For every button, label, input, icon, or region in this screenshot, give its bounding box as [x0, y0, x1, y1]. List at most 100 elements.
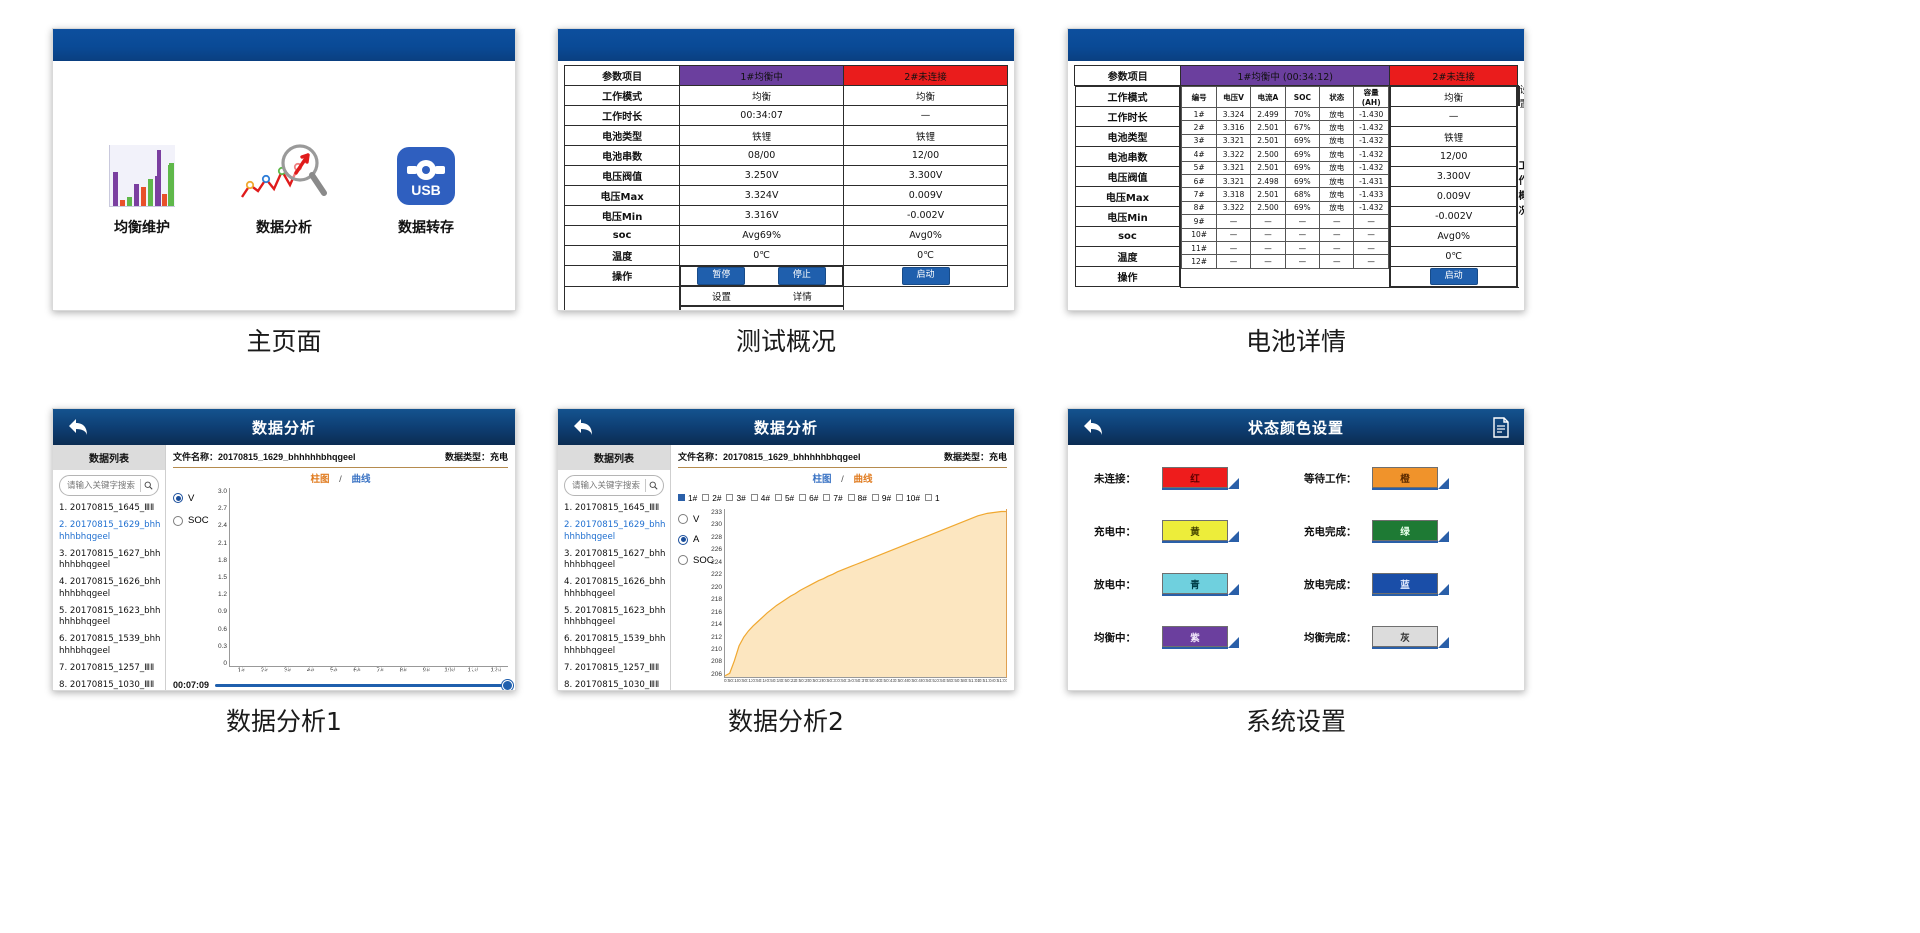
analysis2-search[interactable]	[564, 475, 664, 496]
radio-soc[interactable]: SOC	[173, 515, 209, 526]
search-icon[interactable]	[144, 480, 153, 491]
analysis1-timeline[interactable]: 00:07:09	[173, 678, 513, 690]
analysis1-file-list[interactable]: 1. 20170815_1645_ⅢⅡ 2. 20170815_1629_bhh …	[53, 501, 165, 690]
color-swatch[interactable]: 绿	[1372, 520, 1438, 541]
checkbox-box[interactable]	[726, 494, 734, 501]
color-swatch[interactable]: 蓝	[1372, 573, 1438, 594]
color-swatch[interactable]: 紫	[1162, 626, 1228, 647]
back-icon[interactable]	[1082, 417, 1104, 437]
checkbox-6#[interactable]: 6#	[799, 493, 818, 503]
list-item[interactable]: 5. 20170815_1623_bhh hhhbhqgeel	[59, 606, 161, 629]
back-icon[interactable]	[67, 417, 89, 437]
link-详情[interactable]: 详情	[793, 289, 812, 303]
checkbox-box[interactable]	[799, 494, 807, 501]
color-picker[interactable]: 黄	[1162, 520, 1239, 543]
button-暂停[interactable]: 暂停	[697, 267, 746, 285]
checkbox-box[interactable]	[924, 494, 932, 501]
dropdown-corner-icon[interactable]	[1438, 584, 1449, 595]
link-详情[interactable]: 详情	[793, 309, 812, 310]
list-item[interactable]: 7. 20170815_1257_ⅢⅡ	[564, 663, 666, 675]
color-picker[interactable]: 橙	[1372, 467, 1449, 490]
checkbox-box[interactable]	[847, 494, 855, 501]
document-icon[interactable]	[1492, 417, 1510, 438]
tab-bar-chart[interactable]: 柱图	[813, 474, 832, 485]
list-item[interactable]: 2. 20170815_1629_bhh hhhbhqgeel	[564, 520, 666, 543]
list-item[interactable]: 6. 20170815_1539_bhh hhhbhqgeel	[59, 634, 161, 657]
color-swatch[interactable]: 灰	[1372, 626, 1438, 647]
analysis2-file-list[interactable]: 1. 20170815_1645_ⅢⅡ 2. 20170815_1629_bhh …	[558, 501, 670, 690]
checkbox-box[interactable]	[678, 494, 685, 501]
color-picker[interactable]: 青	[1162, 573, 1239, 596]
color-swatch[interactable]: 青	[1162, 573, 1228, 594]
dropdown-corner-icon[interactable]	[1438, 531, 1449, 542]
list-item[interactable]: 5. 20170815_1623_bhh hhhbhqgeel	[564, 606, 666, 629]
dropdown-corner-icon[interactable]	[1438, 478, 1449, 489]
checkbox-box[interactable]	[871, 494, 879, 501]
usb-icon-svg: USB	[397, 146, 455, 205]
checkbox-box[interactable]	[823, 494, 831, 501]
list-item[interactable]: 3. 20170815_1627_bhh hhhbhqgeel	[59, 549, 161, 572]
list-item[interactable]: 3. 20170815_1627_bhh hhhbhqgeel	[564, 549, 666, 572]
checkbox-8#[interactable]: 8#	[847, 493, 867, 503]
color-picker[interactable]: 紫	[1162, 626, 1239, 649]
settings-label: 等待工作：	[1304, 473, 1357, 485]
search-input[interactable]	[570, 479, 643, 492]
dropdown-corner-icon[interactable]	[1228, 531, 1239, 542]
list-item[interactable]: 1. 20170815_1645_ⅢⅡ	[564, 503, 666, 515]
tab-line-chart[interactable]: 曲线	[351, 474, 370, 485]
cell-checkbox-row[interactable]: 1# 2# 3# 4# 5# 6# 7# 8# 9# 10# 1	[678, 488, 1007, 506]
checkbox-box[interactable]	[774, 494, 782, 501]
radio-a[interactable]: A	[678, 534, 699, 545]
timeline-knob[interactable]	[502, 679, 513, 690]
back-icon[interactable]	[572, 417, 594, 437]
list-item[interactable]: 4. 20170815_1626_bhh hhhbhqgeel	[59, 577, 161, 600]
color-picker[interactable]: 灰	[1372, 626, 1449, 649]
color-picker[interactable]: 绿	[1372, 520, 1449, 543]
analysis1-search[interactable]	[59, 475, 159, 496]
checkbox-1#[interactable]: 1#	[678, 493, 697, 503]
color-picker[interactable]: 红	[1162, 467, 1239, 490]
search-icon[interactable]	[649, 480, 658, 491]
timeline-slider[interactable]	[215, 679, 513, 690]
checkbox-box[interactable]	[702, 494, 710, 501]
home-item-data-transfer[interactable]: USB 数据转存	[366, 135, 486, 237]
color-swatch[interactable]: 红	[1162, 467, 1228, 488]
color-picker[interactable]: 蓝	[1372, 573, 1449, 596]
button-停止[interactable]: 停止	[777, 267, 826, 285]
list-item[interactable]: 8. 20170815_1030_ⅢⅡ	[59, 680, 161, 691]
checkbox-10#[interactable]: 10#	[896, 493, 920, 503]
tab-bar-chart[interactable]: 柱图	[311, 474, 330, 485]
checkbox-box[interactable]	[896, 494, 904, 501]
color-swatch[interactable]: 橙	[1372, 467, 1438, 488]
checkbox-2#[interactable]: 2#	[702, 493, 721, 503]
list-item[interactable]: 1. 20170815_1645_ⅢⅡ	[59, 503, 161, 515]
dropdown-corner-icon[interactable]	[1228, 637, 1239, 648]
checkbox-7#[interactable]: 7#	[823, 493, 843, 503]
home-item-data-analysis[interactable]: 数据分析	[224, 135, 344, 237]
checkbox-3#[interactable]: 3#	[726, 493, 746, 503]
dropdown-corner-icon[interactable]	[1228, 478, 1239, 489]
list-item[interactable]: 8. 20170815_1030_ⅢⅡ	[564, 680, 666, 691]
checkbox-box[interactable]	[750, 494, 758, 501]
search-input[interactable]	[65, 479, 138, 492]
checkbox-4#[interactable]: 4#	[750, 493, 770, 503]
dropdown-corner-icon[interactable]	[1438, 637, 1449, 648]
color-swatch[interactable]: 黄	[1162, 520, 1228, 541]
checkbox-1[interactable]: 1	[924, 493, 940, 503]
button-启动[interactable]: 启动	[901, 266, 950, 285]
button-启动[interactable]: 启动	[1429, 267, 1478, 286]
list-item[interactable]: 7. 20170815_1257_ⅢⅡ	[59, 663, 161, 675]
tab-line-chart[interactable]: 曲线	[853, 474, 872, 485]
link-设置[interactable]: 设置	[712, 309, 731, 310]
list-item[interactable]: 4. 20170815_1626_bhh hhhbhqgeel	[564, 577, 666, 600]
home-item-balance-maintenance[interactable]: 均衡维护	[82, 135, 202, 237]
radio-v[interactable]: V	[173, 493, 194, 504]
checkbox-9#[interactable]: 9#	[871, 493, 891, 503]
link-设置[interactable]: 设置	[1519, 82, 1524, 110]
list-item[interactable]: 6. 20170815_1539_bhh hhhbhqgeel	[564, 634, 666, 657]
link-设置[interactable]: 设置	[712, 289, 731, 303]
list-item[interactable]: 2. 20170815_1629_bhh hhhbhqgeel	[59, 520, 161, 543]
checkbox-5#[interactable]: 5#	[774, 493, 794, 503]
radio-v[interactable]: V	[678, 514, 699, 525]
dropdown-corner-icon[interactable]	[1228, 584, 1239, 595]
